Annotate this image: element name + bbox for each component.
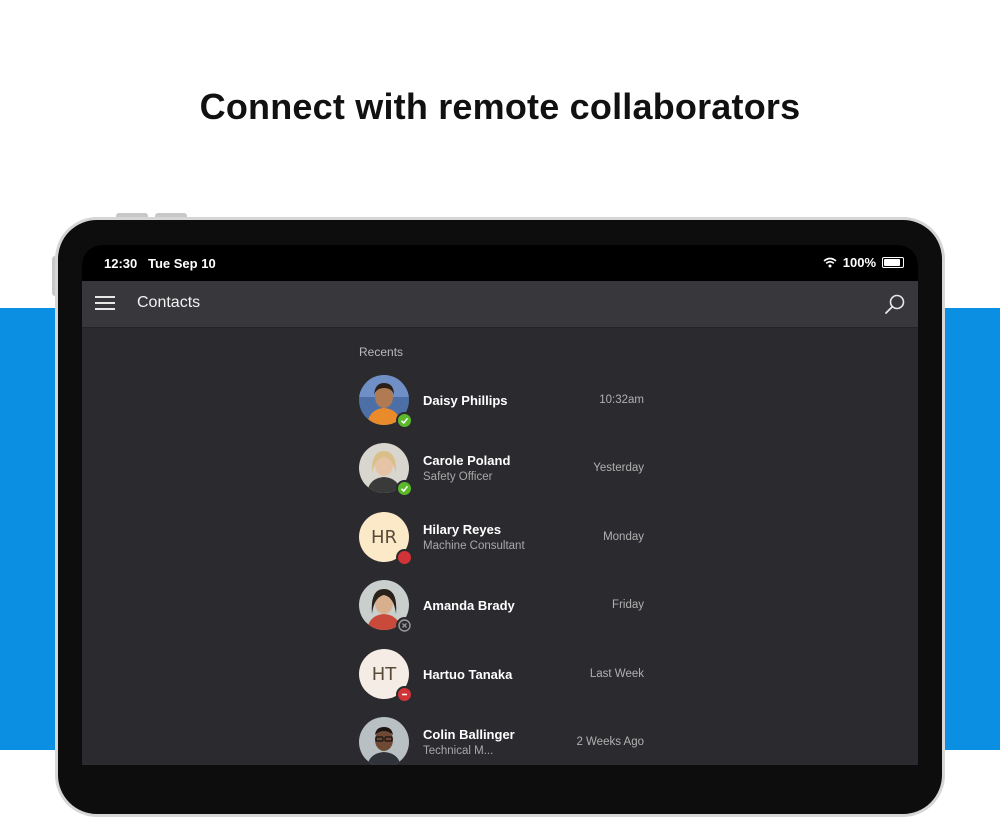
status-bar: 12:30 Tue Sep 10 100% — [82, 245, 918, 281]
status-date: Tue Sep 10 — [148, 256, 216, 271]
contact-last-contacted: Last Week — [589, 668, 644, 680]
wifi-icon — [823, 257, 837, 268]
contact-name: Colin Ballinger — [423, 727, 515, 742]
contact-last-contacted: 2 Weeks Ago — [576, 736, 644, 748]
avatar: HT — [359, 649, 413, 703]
status-time: 12:30 — [104, 256, 138, 271]
battery-percent: 100% — [842, 255, 876, 270]
contact-title: Technical M... — [423, 745, 494, 757]
contact-name: Amanda Brady — [423, 598, 515, 613]
do-not-disturb-status-icon — [396, 686, 413, 703]
contact-last-contacted: 10:32am — [599, 394, 644, 406]
contact-last-contacted: Monday — [603, 531, 644, 543]
contact-last-contacted: Yesterday — [593, 462, 644, 474]
tablet-screen: 12:30 Tue Sep 10 100% Contacts Recents D… — [82, 245, 918, 765]
hamburger-menu-icon[interactable] — [95, 296, 115, 310]
contact-item-hilary-reyes[interactable]: HR Hilary Reyes Machine Consultant Monda… — [359, 512, 644, 566]
contact-item-daisy-phillips[interactable]: Daisy Phillips 10:32am — [359, 375, 644, 429]
contact-title: Machine Consultant — [423, 540, 525, 552]
avatar — [359, 580, 413, 634]
available-status-icon — [396, 412, 413, 429]
contact-name: Daisy Phillips — [423, 393, 508, 408]
avatar: HR — [359, 512, 413, 566]
headline: Connect with remote collaborators — [199, 86, 801, 127]
avatar — [359, 375, 413, 429]
offline-status-icon — [396, 617, 413, 634]
search-icon[interactable] — [884, 293, 906, 315]
contact-item-amanda-brady[interactable]: Amanda Brady Friday — [359, 580, 644, 634]
contact-name: Hartuo Tanaka — [423, 667, 513, 682]
person-photo-icon — [359, 717, 409, 765]
contact-title: Safety Officer — [423, 471, 493, 483]
contact-last-contacted: Friday — [612, 599, 644, 611]
contact-name: Hilary Reyes — [423, 522, 502, 537]
busy-status-icon — [396, 549, 413, 566]
status-indicators: 100% — [823, 255, 904, 270]
battery-icon — [882, 257, 904, 268]
contact-item-carole-poland[interactable]: Carole Poland Safety Officer Yesterday — [359, 443, 644, 497]
contact-item-colin-ballinger[interactable]: Colin Ballinger Technical M... 2 Weeks A… — [359, 717, 644, 765]
recents-label: Recents — [359, 345, 404, 359]
contact-name: Carole Poland — [423, 453, 511, 468]
available-status-icon — [396, 480, 413, 497]
contact-item-hartuo-tanaka[interactable]: HT Hartuo Tanaka Last Week — [359, 649, 644, 703]
avatar — [359, 443, 413, 497]
app-bar: Contacts — [82, 281, 918, 328]
page-title: Contacts — [137, 294, 201, 311]
avatar — [359, 717, 409, 765]
